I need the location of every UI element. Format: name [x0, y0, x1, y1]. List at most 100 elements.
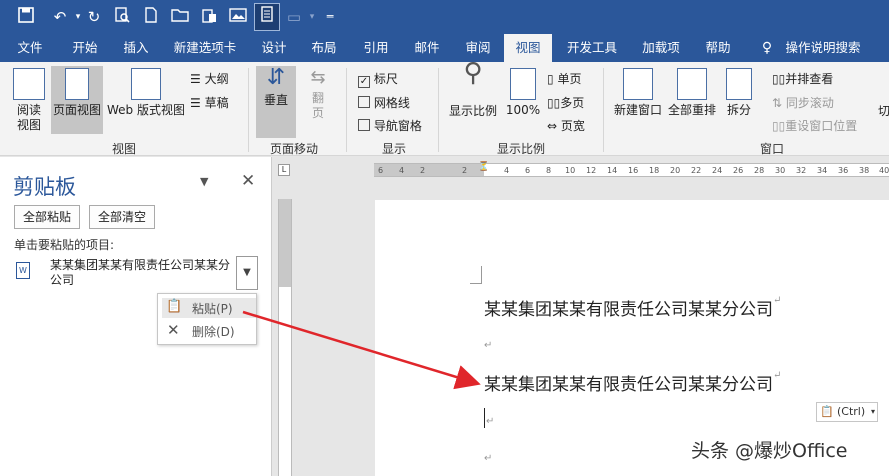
tell-me-search[interactable]: 操作说明搜索	[780, 34, 866, 62]
tab-insert[interactable]: 插入	[114, 34, 158, 62]
draft-label: 草稿	[204, 96, 229, 110]
doc-line-2: 某某集团某某有限责任公司某某分公司	[484, 375, 773, 395]
tab-mailings[interactable]: 邮件	[405, 34, 449, 62]
book-icon	[13, 68, 45, 100]
customize-toolbar-icon[interactable]: ═	[320, 7, 340, 27]
doc-paragraph-2[interactable]: 某某集团某某有限责任公司某某分公司 ↵	[484, 370, 781, 395]
svg-text:4: 4	[399, 166, 404, 175]
pane-options-icon[interactable]: ▼	[200, 175, 208, 188]
paragraph-mark: ↵	[486, 416, 495, 427]
tab-help[interactable]: 帮助	[696, 34, 740, 62]
sync-scroll-button[interactable]: ⇅ 同步滚动	[772, 94, 834, 111]
tab-view[interactable]: 视图	[504, 34, 552, 62]
read-mode-button[interactable]: 阅读 视图	[8, 66, 50, 133]
new-window-button[interactable]: 新建窗口	[611, 66, 665, 118]
multiple-pages-button[interactable]: ▯▯多页	[547, 94, 584, 111]
delete-icon: ✕	[167, 321, 180, 339]
reset-window-button[interactable]: ▯▯重设窗口位置	[772, 117, 857, 134]
tab-references[interactable]: 引用	[354, 34, 398, 62]
svg-text:24: 24	[712, 166, 722, 175]
tab-home[interactable]: 开始	[62, 34, 108, 62]
lightbulb-icon: ♀	[761, 40, 773, 56]
svg-text:40: 40	[879, 166, 889, 175]
paste-all-button[interactable]: 全部粘贴	[14, 205, 80, 229]
multiple-pages-label: 多页	[560, 96, 585, 110]
zoom-group-label: 显示比例	[497, 142, 546, 156]
item-dropdown-button[interactable]: ▼	[236, 256, 258, 290]
side-to-side-button[interactable]: ⇆ 翻 页	[300, 66, 336, 121]
checkbox-icon	[358, 96, 370, 108]
pane-hint: 单击要粘贴的项目:	[14, 238, 115, 252]
print-layout-button[interactable]: 页面视图	[51, 66, 103, 134]
paste-options-button[interactable]: 📋 (Ctrl) ▾	[816, 402, 878, 422]
new-document-icon[interactable]	[141, 7, 161, 27]
clear-all-button[interactable]: 全部清空	[89, 205, 155, 229]
tab-new[interactable]: 新建选项卡	[166, 34, 244, 62]
svg-text:12: 12	[586, 166, 596, 175]
page-width-button[interactable]: ⇔ 页宽	[547, 117, 585, 134]
zoom-100-button[interactable]: 100%	[504, 66, 542, 118]
tab-addins[interactable]: 加载项	[636, 34, 686, 62]
save-icon[interactable]	[16, 7, 36, 27]
web-layout-button[interactable]: Web 版式视图	[104, 66, 188, 118]
flip-label: 翻 页	[311, 91, 324, 120]
view-side-by-side-button[interactable]: ▯▯并排查看	[772, 70, 833, 87]
page-width-label: 页宽	[560, 119, 585, 133]
doc-paragraph-1[interactable]: 某某集团某某有限责任公司某某分公司 ↵	[484, 295, 781, 320]
pagemove-group-label: 页面移动	[270, 142, 319, 156]
draft-button[interactable]: ☰ 草稿	[190, 94, 229, 111]
split-icon	[726, 68, 752, 100]
print-preview-icon[interactable]	[112, 7, 132, 27]
tab-layout[interactable]: 布局	[302, 34, 346, 62]
outline-button[interactable]: ☰ 大纲	[190, 70, 229, 87]
switch-windows-button[interactable]: 切	[878, 102, 889, 119]
zoom-button[interactable]: ⚲ 显示比例	[446, 60, 500, 119]
open-folder-icon[interactable]	[170, 7, 190, 27]
vertical-ruler[interactable]	[278, 199, 292, 476]
tab-design[interactable]: 设计	[252, 34, 296, 62]
document-page[interactable]: 某某集团某某有限责任公司某某分公司 ↵ ↵ 某某集团某某有限责任公司某某分公司 ↵ …	[375, 200, 889, 476]
svg-text:18: 18	[649, 166, 659, 175]
navigation-pane-checkbox[interactable]: 导航窗格	[358, 117, 422, 134]
svg-text:6: 6	[525, 166, 530, 175]
svg-text:28: 28	[754, 166, 764, 175]
shapes-dropdown-icon[interactable]: ▾	[302, 7, 322, 27]
undo-icon[interactable]: ↶	[50, 7, 70, 27]
clipboard-icon[interactable]	[199, 7, 219, 27]
shapes-icon[interactable]: ▭	[284, 7, 304, 27]
svg-text:32: 32	[796, 166, 806, 175]
one-page-button[interactable]: ▯ 单页	[547, 70, 581, 87]
svg-text:16: 16	[628, 166, 638, 175]
window-group-label: 窗口	[760, 142, 785, 156]
gridlines-checkbox[interactable]: 网格线	[358, 94, 410, 111]
menu-delete-label: 删除(D)	[192, 325, 235, 339]
ruler-ticks: 6422 4 6 8 10 12 14 16 18 20 22 24 26 28 30 32 34 36…	[378, 166, 889, 175]
outline-icon: ☰	[190, 72, 201, 86]
menu-paste[interactable]: 📋 粘贴(P)	[162, 298, 256, 318]
ruler-checkbox[interactable]: ✓ 标尺	[358, 70, 398, 88]
split-label: 拆分	[726, 103, 751, 117]
vertical-button[interactable]: ⇵ 垂直	[256, 66, 296, 138]
read-mode-label: 阅读 视图	[16, 103, 41, 132]
redo-icon[interactable]: ↻	[84, 7, 104, 27]
new-window-icon	[623, 68, 653, 100]
document-view-icon[interactable]	[254, 3, 280, 31]
tab-selector[interactable]: L	[278, 164, 290, 176]
item-context-menu: 📋 粘贴(P) ✕ 删除(D)	[157, 293, 257, 345]
arrange-all-icon	[677, 68, 707, 100]
reset-window-icon: ▯▯	[772, 119, 786, 133]
checkbox-icon	[358, 119, 370, 131]
tab-file[interactable]: 文件	[8, 34, 52, 62]
menu-delete[interactable]: ✕ 删除(D)	[162, 321, 256, 341]
tab-developer[interactable]: 开发工具	[560, 34, 624, 62]
ruler-label: 标尺	[373, 72, 398, 86]
separator	[346, 68, 347, 152]
arrange-all-button[interactable]: 全部重排	[666, 66, 718, 118]
close-icon[interactable]: ✕	[241, 171, 255, 191]
ruler-margin	[279, 199, 291, 287]
clipboard-item[interactable]: W 某某集团某某有限责任公司某某分公司 ▼	[8, 255, 258, 295]
views-group-label: 视图	[112, 142, 137, 156]
picture-icon[interactable]	[228, 7, 248, 27]
split-button[interactable]: 拆分	[722, 66, 756, 118]
margin-corner	[470, 266, 482, 284]
